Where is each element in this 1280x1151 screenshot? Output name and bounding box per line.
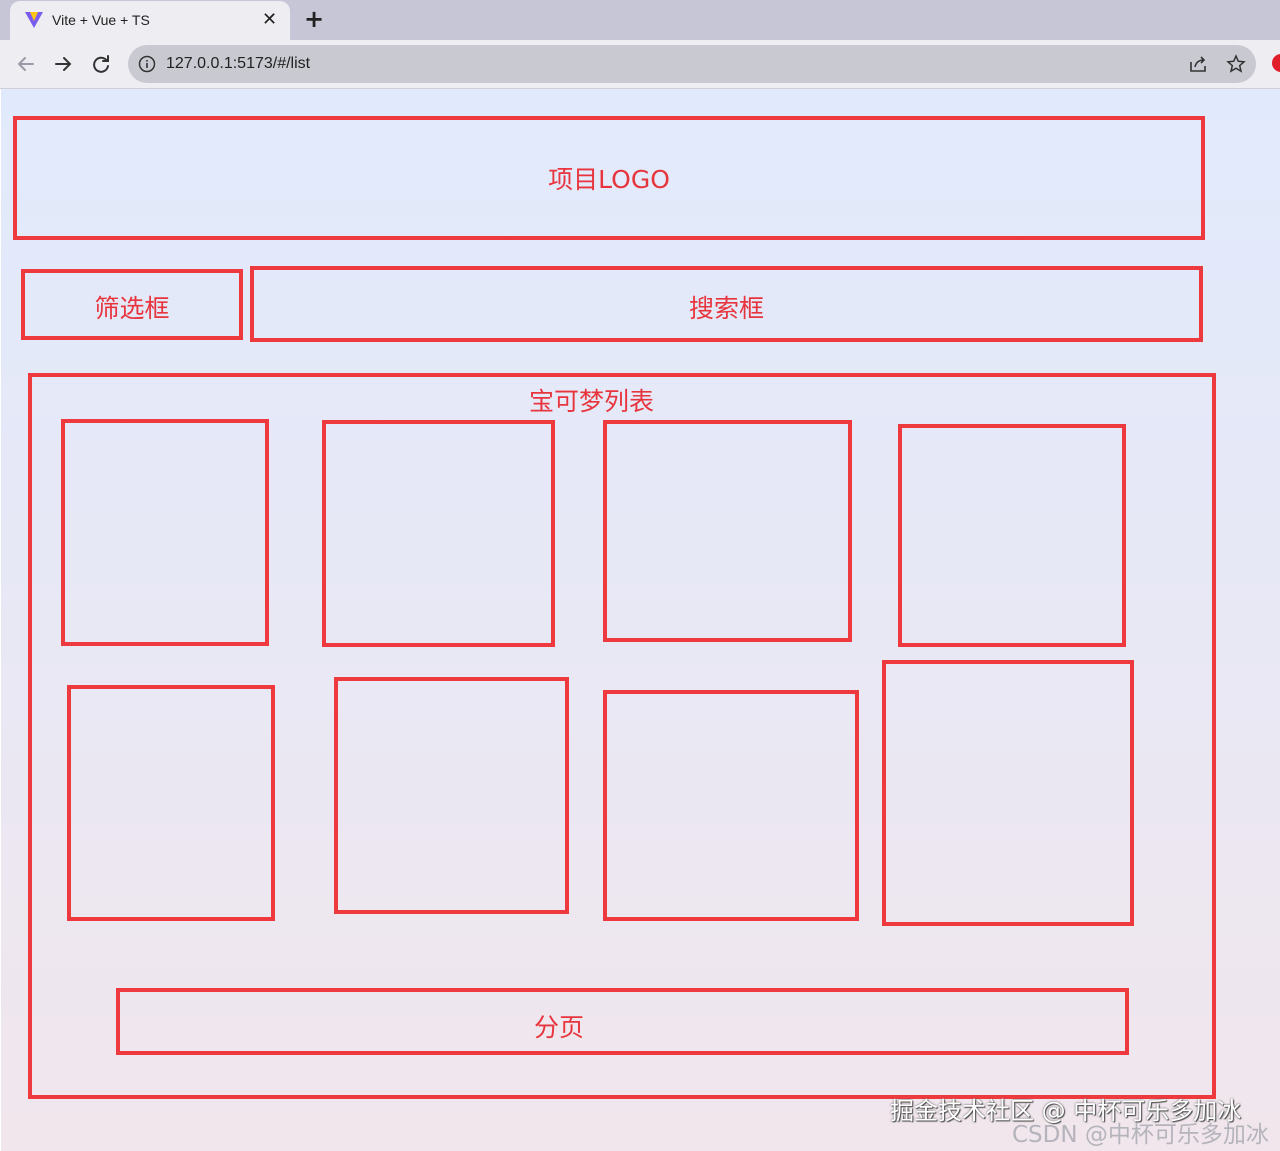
vite-logo-icon xyxy=(25,12,43,28)
star-icon[interactable] xyxy=(1226,54,1246,74)
filter-box: 筛选框 xyxy=(21,269,243,340)
url-text[interactable]: 127.0.0.1:5173/#/list xyxy=(166,55,310,73)
pokemon-card xyxy=(67,685,275,921)
search-label: 搜索框 xyxy=(688,294,764,323)
pokemon-card xyxy=(334,677,569,914)
pokemon-card xyxy=(898,424,1126,647)
csdn-watermark: CSDN @中杯可乐多加冰 xyxy=(1012,1122,1269,1148)
share-icon[interactable] xyxy=(1188,54,1208,74)
tab-strip: Vite + Vue + TS ✕ + xyxy=(0,0,1280,40)
plus-icon[interactable]: + xyxy=(304,5,324,33)
page-content: 项目LOGO 筛选框 搜索框 宝可梦列表 分页 xyxy=(1,89,1280,1151)
pagination-label: 分页 xyxy=(534,1013,585,1042)
pokemon-card xyxy=(603,690,859,921)
filter-label: 筛选框 xyxy=(94,294,170,323)
pokemon-card xyxy=(322,420,555,647)
extension-icon[interactable] xyxy=(1272,54,1280,72)
pokemon-card xyxy=(882,660,1134,926)
forward-arrow-icon[interactable] xyxy=(52,53,74,75)
pokemon-list-label: 宝可梦列表 xyxy=(529,387,655,416)
address-bar[interactable]: 127.0.0.1:5173/#/list xyxy=(128,45,1256,83)
pokemon-card xyxy=(61,419,269,646)
back-arrow-icon[interactable] xyxy=(15,53,37,75)
browser-toolbar: 127.0.0.1:5173/#/list xyxy=(0,40,1280,89)
reload-icon[interactable] xyxy=(90,53,112,75)
search-box: 搜索框 xyxy=(250,266,1203,342)
pokemon-card xyxy=(603,420,852,642)
logo-box: 项目LOGO xyxy=(13,116,1205,240)
logo-label: 项目LOGO xyxy=(548,165,670,194)
close-icon[interactable]: ✕ xyxy=(262,9,277,30)
info-icon[interactable] xyxy=(138,55,156,73)
pagination-box: 分页 xyxy=(116,988,1129,1055)
tab-title: Vite + Vue + TS xyxy=(52,12,150,28)
browser-tab[interactable]: Vite + Vue + TS ✕ xyxy=(10,1,290,40)
